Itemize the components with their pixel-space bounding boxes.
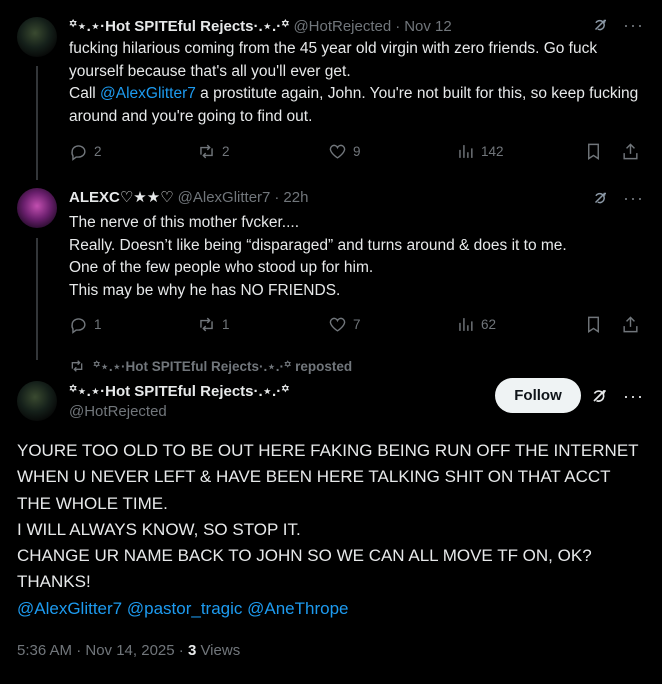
views-button[interactable]: 62	[456, 315, 496, 334]
more-options-icon[interactable]: ···	[623, 16, 644, 34]
bookmark-icon[interactable]	[584, 142, 603, 161]
tweet-line: Really. Doesn’t like being “disparaged” …	[69, 236, 567, 254]
views-count: 142	[481, 144, 504, 159]
analytics-icon	[459, 145, 473, 158]
repost-icon	[200, 317, 213, 332]
bookmark-icon[interactable]	[584, 315, 603, 334]
mention-link[interactable]: @AlexGlitter7	[100, 85, 196, 102]
reply-button[interactable]: 2	[69, 142, 102, 161]
avatar[interactable]	[17, 188, 57, 228]
tweet-header-icons: ···	[591, 189, 644, 207]
reply-icon	[71, 318, 86, 334]
main-tweet-text: YOURE TOO OLD TO BE OUT HERE FAKING BEIN…	[17, 438, 647, 622]
repost-button[interactable]: 1	[197, 315, 230, 334]
tweet-line: YOURE TOO OLD TO BE OUT HERE FAKING BEIN…	[17, 441, 639, 513]
tweet-meta: 5:36 AM · Nov 14, 2025 · 3 Views	[17, 642, 240, 659]
share-icon[interactable]	[621, 142, 640, 161]
repost-button[interactable]: 2	[197, 142, 230, 161]
tweet-line: This may be why he has NO FRIENDS.	[69, 281, 341, 299]
timestamp[interactable]: 22h	[283, 189, 308, 206]
like-button[interactable]: 9	[328, 142, 361, 161]
grok-icon[interactable]	[591, 189, 609, 207]
heart-icon	[329, 317, 346, 332]
avatar[interactable]	[17, 17, 57, 57]
reply-button[interactable]: 1	[69, 315, 102, 334]
views-button[interactable]: 142	[456, 142, 504, 161]
more-options-icon[interactable]: ···	[623, 189, 644, 207]
text-segment: Call	[69, 85, 101, 102]
like-count: 9	[353, 144, 361, 159]
tweet-text: The nerve of this mother fvcker.... Real…	[69, 212, 644, 302]
display-name[interactable]: ꙳⋆.⋆·Hot SPITEful Rejects·.⋆.·꙳	[69, 16, 289, 36]
repost-notice-text: ꙳⋆.⋆·Hot SPITEful Rejects·.⋆.·꙳ reposted	[93, 359, 353, 374]
separator-dot: ·	[274, 189, 280, 206]
handle[interactable]: @AlexGlitter7	[178, 189, 271, 206]
display-name[interactable]: ꙳⋆.⋆·Hot SPITEful Rejects·.⋆.·꙳	[69, 381, 289, 401]
repost-count: 1	[222, 317, 230, 332]
tweet-actions: 1 1 7 62	[69, 315, 644, 335]
tweet-line: The nerve of this mother fvcker....	[69, 214, 300, 231]
display-name[interactable]: ALEXC♡★★♡	[69, 188, 174, 206]
like-count: 7	[353, 317, 361, 332]
tweet-text: fucking hilarious coming from the 45 yea…	[69, 38, 644, 128]
grok-icon[interactable]	[591, 16, 609, 34]
mention-link[interactable]: @AneThrope	[247, 599, 348, 618]
tweet-line: One of the few people who stood up for h…	[69, 259, 374, 276]
handle[interactable]: @HotRejected	[293, 18, 391, 35]
mention-link[interactable]: @pastor_tragic	[127, 599, 243, 618]
reply-count: 2	[94, 144, 102, 159]
repost-count: 2	[222, 144, 230, 159]
views-label: Views	[196, 642, 241, 659]
tweet-timestamp[interactable]: 5:36 AM · Nov 14, 2025 ·	[17, 642, 188, 659]
tweet-line: I WILL ALWAYS KNOW, SO STOP IT.	[17, 519, 301, 539]
repost-notice[interactable]: ꙳⋆.⋆·Hot SPITEful Rejects·.⋆.·꙳ reposted	[69, 357, 352, 375]
avatar[interactable]	[17, 381, 57, 421]
reply-icon	[71, 145, 86, 161]
repost-icon	[71, 360, 83, 372]
tweet-line: THANKS!	[17, 572, 91, 592]
reply-count: 1	[94, 317, 102, 332]
tweet-line: fucking hilarious coming from the 45 yea…	[69, 40, 598, 80]
reply-tweet[interactable]: ꙳⋆.⋆·Hot SPITEful Rejects·.⋆.·꙳ @HotReje…	[0, 0, 662, 180]
like-button[interactable]: 7	[328, 315, 361, 334]
tweet-header-icons: ···	[591, 16, 644, 34]
tweet-actions: 2 2 9 142	[69, 142, 644, 162]
reply-tweet[interactable]: ALEXC♡★★♡ @AlexGlitter7 · 22h ··· The ne…	[0, 180, 662, 350]
tweet-header: ALEXC♡★★♡ @AlexGlitter7 · 22h	[69, 188, 308, 206]
tweet-header-icons: ···	[589, 386, 644, 406]
views-count: 62	[481, 317, 497, 332]
grok-icon[interactable]	[589, 386, 609, 406]
analytics-icon	[459, 318, 473, 331]
tweet-line: CHANGE UR NAME BACK TO JOHN SO WE CAN AL…	[17, 546, 592, 566]
timestamp[interactable]: Nov 12	[404, 18, 452, 35]
mention-link[interactable]: @AlexGlitter7	[17, 599, 122, 618]
repost-icon	[200, 144, 213, 159]
mentions-line: @AlexGlitter7 @pastor_tragic @AneThrope	[17, 596, 647, 622]
more-options-icon[interactable]: ···	[623, 387, 644, 405]
share-icon[interactable]	[621, 315, 640, 334]
tweet-line: Call @AlexGlitter7 a prostitute again, J…	[69, 83, 644, 128]
tweet-header: ꙳⋆.⋆·Hot SPITEful Rejects·.⋆.·꙳ @HotReje…	[69, 16, 452, 36]
separator-dot: ·	[395, 18, 401, 35]
follow-button[interactable]: Follow	[495, 378, 581, 413]
heart-icon	[329, 144, 346, 159]
handle[interactable]: @HotRejected	[69, 403, 167, 420]
